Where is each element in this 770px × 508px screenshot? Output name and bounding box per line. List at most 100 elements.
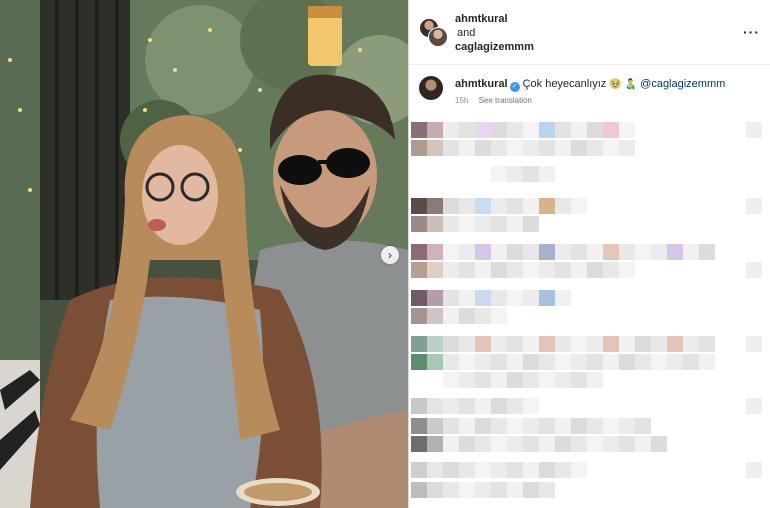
blurred-comment-pixel: [539, 482, 555, 498]
blurred-comment-pixel: [475, 336, 491, 352]
blurred-comment-pixel: [555, 140, 571, 156]
blurred-comment-pixel: [475, 372, 491, 388]
blurred-avatar: [411, 398, 427, 414]
caption-mention[interactable]: @caglagizemmm: [640, 78, 725, 90]
blurred-comment-pixel: [507, 122, 523, 138]
blurred-avatar: [411, 122, 427, 138]
see-translation-link[interactable]: See translation: [479, 96, 532, 105]
blurred-avatar: [427, 216, 443, 232]
blurred-comment-pixel: [491, 436, 507, 452]
avatar[interactable]: [419, 76, 443, 100]
blurred-comment-pixel: [555, 418, 571, 434]
blurred-comment-pixel: [507, 216, 523, 232]
blurred-comment-pixel: [555, 198, 571, 214]
blurred-avatar: [411, 308, 427, 324]
coauthor-username[interactable]: caglagizemmm: [455, 40, 534, 54]
blurred-comment-pixel: [539, 418, 555, 434]
blurred-comment-pixel: [603, 244, 619, 260]
blurred-comment-pixel: [459, 262, 475, 278]
blurred-comment-pixel: [459, 216, 475, 232]
blurred-like-icon: [746, 398, 762, 414]
blurred-comment-pixel: [443, 482, 459, 498]
blurred-comment-pixel: [587, 244, 603, 260]
blurred-comment-pixel: [587, 122, 603, 138]
blurred-avatar: [427, 262, 443, 278]
blurred-comment-pixel: [619, 244, 635, 260]
blurred-comment-pixel: [507, 482, 523, 498]
blurred-avatar: [427, 418, 443, 434]
blurred-avatar: [411, 354, 427, 370]
collab-connector: and: [457, 27, 476, 39]
carousel-next-icon[interactable]: ›: [381, 246, 399, 264]
blurred-comment-pixel: [571, 418, 587, 434]
author-username[interactable]: ahmtkural: [455, 12, 534, 26]
blurred-avatar: [411, 336, 427, 352]
blurred-comment-pixel: [587, 418, 603, 434]
blurred-comment-pixel: [571, 140, 587, 156]
blurred-comment-pixel: [443, 244, 459, 260]
blurred-avatar: [411, 482, 427, 498]
blurred-comment-pixel: [459, 336, 475, 352]
blurred-comment-pixel: [603, 354, 619, 370]
blurred-comment-pixel: [667, 336, 683, 352]
blurred-comment-pixel: [443, 462, 459, 478]
blurred-comment-pixel: [523, 244, 539, 260]
blurred-comment-pixel: [459, 482, 475, 498]
blurred-comment-pixel: [443, 336, 459, 352]
collab-avatars[interactable]: [419, 18, 448, 47]
blurred-comment-pixel: [587, 140, 603, 156]
blurred-comment-pixel: [443, 216, 459, 232]
blurred-comment-pixel: [507, 436, 523, 452]
blurred-avatar: [427, 436, 443, 452]
blurred-comment-pixel: [619, 262, 635, 278]
blurred-comment-pixel: [651, 354, 667, 370]
blurred-comment-pixel: [491, 290, 507, 306]
blurred-comment-pixel: [443, 308, 459, 324]
blurred-comment-pixel: [539, 336, 555, 352]
blurred-comment-pixel: [475, 140, 491, 156]
blurred-comment-pixel: [475, 262, 491, 278]
blurred-comment-pixel: [491, 354, 507, 370]
blurred-comment-pixel: [443, 122, 459, 138]
blurred-comment-pixel: [475, 398, 491, 414]
blurred-comment-pixel: [491, 198, 507, 214]
blurred-comment-pixel: [507, 198, 523, 214]
more-horizontal-icon[interactable]: ···: [743, 24, 760, 40]
blurred-comment-pixel: [555, 290, 571, 306]
blurred-comment-pixel: [507, 290, 523, 306]
blurred-like-icon: [746, 336, 762, 352]
blurred-comment-pixel: [475, 462, 491, 478]
blurred-comment-pixel: [699, 354, 715, 370]
blurred-comment-pixel: [571, 372, 587, 388]
blurred-comment-pixel: [443, 140, 459, 156]
post-time: 15h: [455, 96, 469, 105]
blurred-comment-pixel: [491, 244, 507, 260]
blurred-comment-pixel: [491, 462, 507, 478]
blurred-comment-pixel: [507, 398, 523, 414]
blurred-comment-pixel: [459, 372, 475, 388]
post-header: ahmtkural and caglagizemmm ···: [409, 0, 770, 65]
blurred-comment-pixel: [443, 398, 459, 414]
blurred-comment-pixel: [443, 262, 459, 278]
blurred-like-icon: [746, 122, 762, 138]
caption-username[interactable]: ahmtkural: [455, 78, 508, 90]
blurred-comment-pixel: [683, 354, 699, 370]
blurred-avatar: [427, 140, 443, 156]
blurred-comment-pixel: [571, 122, 587, 138]
blurred-comment-pixel: [475, 418, 491, 434]
blurred-comment-pixel: [555, 262, 571, 278]
blurred-comment-pixel: [475, 354, 491, 370]
blurred-comment-pixel: [683, 244, 699, 260]
post-photo[interactable]: ›: [0, 0, 408, 508]
blurred-comment-pixel: [475, 216, 491, 232]
blurred-comment-pixel: [507, 354, 523, 370]
blurred-comment-pixel: [459, 198, 475, 214]
blurred-comment-pixel: [523, 418, 539, 434]
blurred-comment-pixel: [603, 336, 619, 352]
blurred-comment-pixel: [619, 354, 635, 370]
blurred-comment-pixel: [603, 262, 619, 278]
blurred-comment-pixel: [475, 436, 491, 452]
blurred-comment-pixel: [491, 336, 507, 352]
caption-text: Çok heyecanlıyız: [522, 78, 607, 90]
blurred-comment-pixel: [651, 244, 667, 260]
